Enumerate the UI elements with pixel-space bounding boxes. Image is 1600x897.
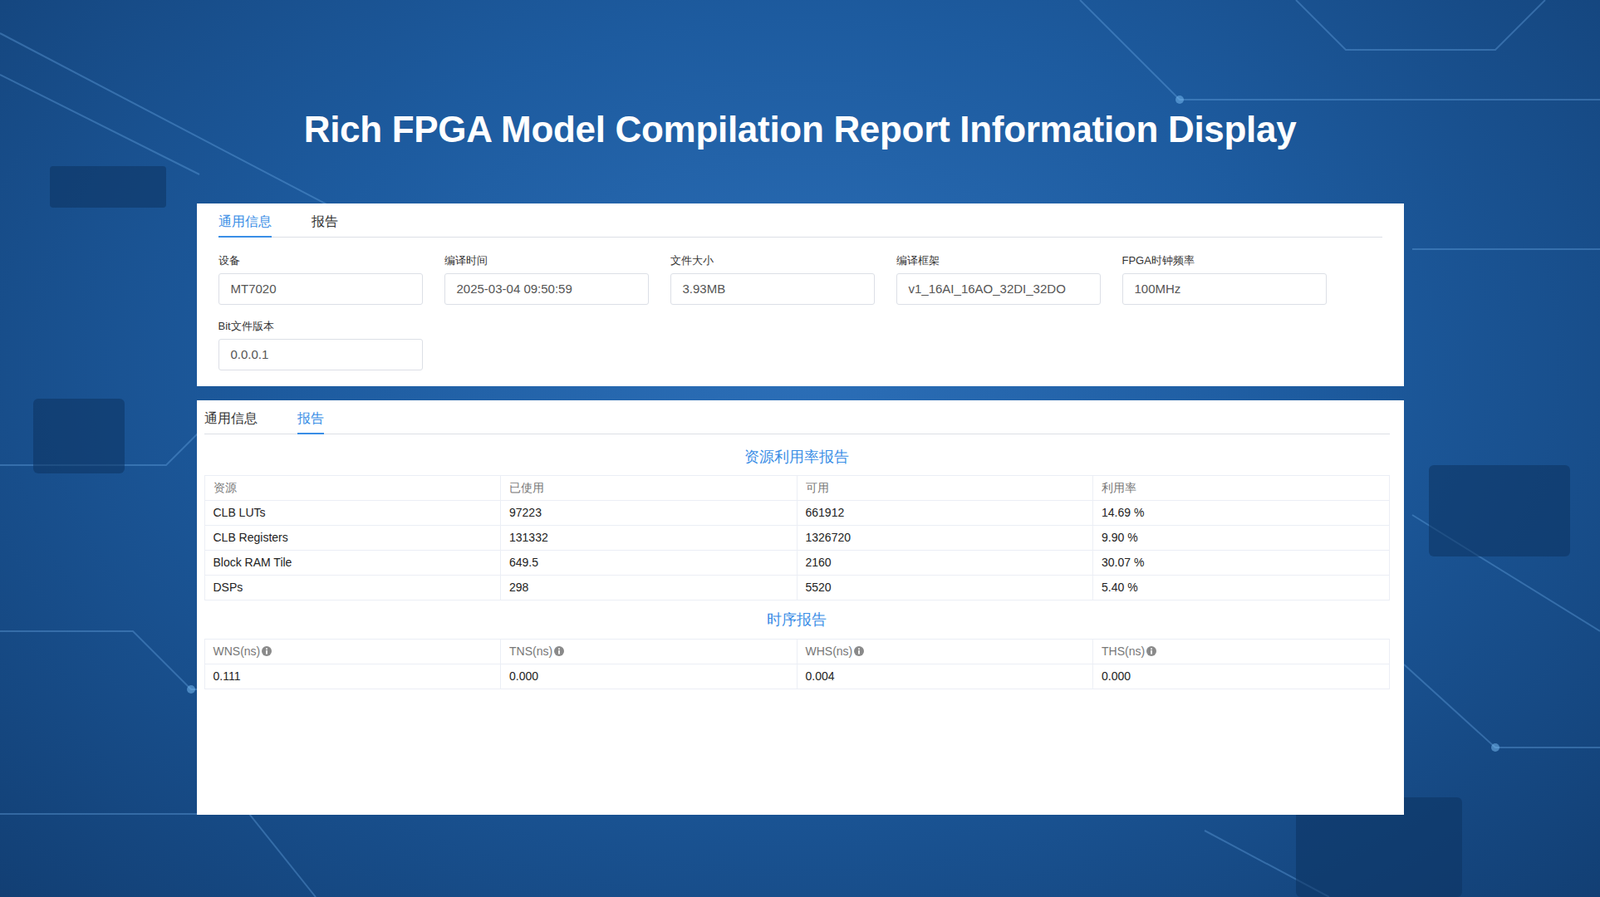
table-header-row: 资源已使用可用利用率 bbox=[204, 476, 1389, 501]
table-cell: 0.111 bbox=[204, 663, 501, 689]
table-cell: 2160 bbox=[796, 550, 1094, 576]
column-label: WNS(ns) bbox=[213, 644, 261, 658]
table-cell: 661912 bbox=[796, 500, 1094, 526]
tab-bar: 通用信息 报告 bbox=[218, 203, 1383, 238]
column-label: WHS(ns) bbox=[805, 644, 854, 658]
table-cell: 131332 bbox=[500, 525, 798, 551]
tab[interactable]: 报告 bbox=[297, 405, 324, 434]
table-header-row: WNS(ns) TNS(ns) WHS(ns) THS(ns) bbox=[204, 638, 1389, 664]
tab[interactable]: 报告 bbox=[311, 208, 339, 237]
field-value[interactable]: 2025-03-04 09:50:59 bbox=[444, 273, 649, 306]
table-row: 0.1110.0000.0040.000 bbox=[204, 663, 1389, 689]
report-panel: 通用信息报告资源利用率报告资源已使用可用利用率CLB LUTs972236619… bbox=[196, 400, 1404, 815]
info-field: 编译框架 v1_16AI_16AO_32DI_32DO bbox=[896, 252, 1101, 305]
field-label: 文件大小 bbox=[670, 252, 875, 270]
info-field: FPGA时钟频率 100MHz bbox=[1122, 252, 1327, 305]
column-header: THS(ns) bbox=[1093, 638, 1390, 664]
column-header: TNS(ns) bbox=[500, 638, 798, 664]
info-icon[interactable] bbox=[1146, 646, 1157, 657]
page-title: Rich FPGA Model Compilation Report Infor… bbox=[0, 106, 1600, 153]
field-label: Bit文件版本 bbox=[218, 318, 423, 335]
info-field: 文件大小 3.93MB bbox=[670, 252, 875, 305]
table-cell: 5520 bbox=[796, 575, 1094, 601]
table-cell: 14.69 % bbox=[1093, 500, 1390, 526]
field-value[interactable]: MT7020 bbox=[218, 273, 423, 306]
table-row: DSPs29855205.40 % bbox=[204, 575, 1389, 601]
field-label: 编译框架 bbox=[896, 252, 1101, 270]
field-label: FPGA时钟频率 bbox=[1122, 252, 1327, 270]
table-cell: 30.07 % bbox=[1093, 550, 1390, 576]
timing-report-title: 时序报告 bbox=[204, 610, 1390, 630]
table-cell: DSPs bbox=[204, 575, 501, 601]
table-cell: CLB Registers bbox=[204, 525, 501, 551]
field-label: 编译时间 bbox=[444, 252, 649, 270]
general-info-panel: 通用信息 报告设备 MT7020 编译时间 2025-03-04 09:50:59 文件大… bbox=[196, 203, 1404, 387]
table-cell: CLB LUTs bbox=[204, 500, 501, 526]
table-cell: 649.5 bbox=[500, 550, 798, 576]
info-field: 设备 MT7020 bbox=[218, 252, 423, 305]
resource-table: 资源已使用可用利用率CLB LUTs9722366191214.69 %CLB … bbox=[204, 475, 1390, 601]
field-value[interactable]: v1_16AI_16AO_32DI_32DO bbox=[896, 273, 1101, 306]
table-cell: 5.40 % bbox=[1093, 575, 1390, 601]
table-cell: 1326720 bbox=[796, 525, 1094, 551]
column-header: 利用率 bbox=[1093, 476, 1390, 501]
table-row: Block RAM Tile649.5216030.07 % bbox=[204, 550, 1389, 576]
table-cell: 0.000 bbox=[1093, 663, 1390, 689]
field-value[interactable]: 0.0.0.1 bbox=[218, 338, 423, 372]
column-header: 资源 bbox=[204, 476, 501, 501]
table-cell: 9.90 % bbox=[1093, 525, 1390, 551]
table-cell: 298 bbox=[500, 575, 798, 601]
table-row: CLB LUTs9722366191214.69 % bbox=[204, 500, 1389, 526]
info-icon[interactable] bbox=[554, 646, 565, 657]
tab[interactable]: 通用信息 bbox=[204, 405, 258, 434]
column-header: 可用 bbox=[796, 476, 1094, 501]
table-cell: Block RAM Tile bbox=[204, 550, 501, 576]
info-icon[interactable] bbox=[261, 646, 272, 657]
tab-bar: 通用信息 报告 bbox=[204, 400, 1390, 435]
table-cell: 0.004 bbox=[796, 663, 1094, 689]
resource-report-title: 资源利用率报告 bbox=[204, 447, 1390, 467]
column-label: TNS(ns) bbox=[509, 644, 553, 658]
info-field: Bit文件版本 0.0.0.1 bbox=[218, 318, 423, 371]
table-row: CLB Registers13133213267209.90 % bbox=[204, 525, 1389, 551]
field-value[interactable]: 3.93MB bbox=[670, 273, 875, 306]
field-grid: 设备 MT7020 编译时间 2025-03-04 09:50:59 文件大小 3.93M… bbox=[218, 252, 1383, 371]
table-cell: 97223 bbox=[500, 500, 798, 526]
column-header: WNS(ns) bbox=[204, 638, 501, 664]
table-cell: 0.000 bbox=[500, 663, 798, 689]
timing-table: WNS(ns)TNS(ns)WHS(ns)THS(ns)0.1110.0000.… bbox=[204, 638, 1390, 690]
info-field: 编译时间 2025-03-04 09:50:59 bbox=[444, 252, 649, 305]
info-icon[interactable] bbox=[853, 646, 864, 657]
column-header: WHS(ns) bbox=[796, 638, 1094, 664]
column-header: 已使用 bbox=[500, 476, 798, 501]
field-value[interactable]: 100MHz bbox=[1122, 273, 1327, 306]
column-label: THS(ns) bbox=[1101, 644, 1145, 658]
tab[interactable]: 通用信息 bbox=[218, 208, 272, 237]
field-label: 设备 bbox=[218, 252, 423, 270]
